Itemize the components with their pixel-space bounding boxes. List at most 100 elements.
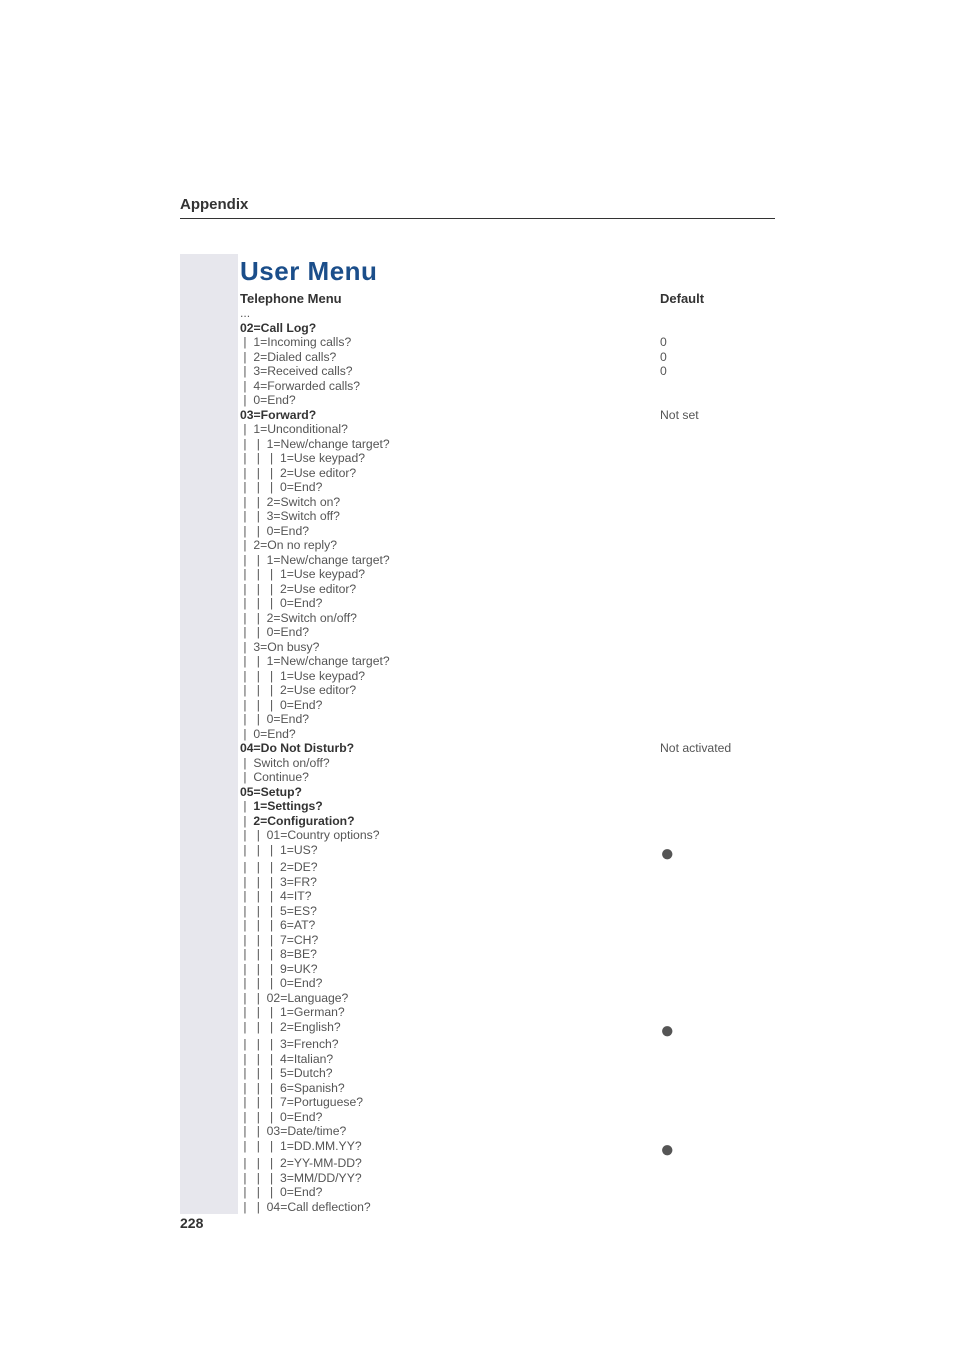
tree-line: | | | 1=German? [240,1005,780,1020]
tree-value [660,1095,780,1110]
tree-guide: | [240,364,253,379]
tree-text: 0=End? [280,976,660,991]
tree-line: | | | 2=YY-MM-DD? [240,1156,780,1171]
page-title: User Menu [240,256,780,287]
tree-value: ● [660,843,780,861]
tree-text: 7=Portuguese? [280,1095,660,1110]
tree-text: 05=Setup? [240,785,660,800]
tree-value [660,480,780,495]
tree-line: | 2=Configuration? [240,814,780,829]
tree-line: | | | 2=English?● [240,1020,780,1038]
tree-line: | | | 1=Use keypad? [240,669,780,684]
header-rule [180,218,775,219]
tree-value [660,1037,780,1052]
tree-line: | | | 3=French? [240,1037,780,1052]
tree-text: 6=Spanish? [280,1081,660,1096]
tree-line: | | | 0=End? [240,480,780,495]
tree-line: | | | 2=DE? [240,860,780,875]
tree-value [660,1005,780,1020]
menu-header-left: Telephone Menu [240,291,660,306]
tree-guide: | | | [240,918,280,933]
tree-line: | | | 9=UK? [240,962,780,977]
tree-line: | | | 3=FR? [240,875,780,890]
tree-text: 1=New/change target? [267,437,660,452]
tree-line: 02=Call Log? [240,321,780,336]
tree-value [660,860,780,875]
tree-text: 02=Call Log? [240,321,660,336]
tree-guide: | | | [240,1037,280,1052]
tree-value [660,654,780,669]
tree-value [660,524,780,539]
tree-line: | | | 0=End? [240,1185,780,1200]
tree-guide: | | | [240,1095,280,1110]
tree-line: | 1=Incoming calls?0 [240,335,780,350]
tree-value [660,451,780,466]
tree-value [660,889,780,904]
tree-guide: | | [240,509,267,524]
tree-line: | | | 7=Portuguese? [240,1095,780,1110]
tree-line: | | | 1=DD.MM.YY?● [240,1139,780,1157]
tree-line: | | | 0=End? [240,1110,780,1125]
tree-guide: | [240,350,253,365]
tree-line: | | | 4=Italian? [240,1052,780,1067]
tree-line: | | 03=Date/time? [240,1124,780,1139]
tree-line: | | | 0=End? [240,976,780,991]
tree-text: 3=Received calls? [253,364,660,379]
tree-guide: | | [240,712,267,727]
tree-line: | | 0=End? [240,625,780,640]
tree-guide: | | | [240,962,280,977]
tree-text: 2=Use editor? [280,683,660,698]
tree-line: | | | 2=Use editor? [240,466,780,481]
tree-text: 1=Incoming calls? [253,335,660,350]
tree-value [660,625,780,640]
tree-value [660,683,780,698]
tree-guide: | | | [240,843,280,861]
tree-line: | | | 0=End? [240,596,780,611]
tree-text: 0=End? [267,625,660,640]
tree-value [660,712,780,727]
tree-line: | | | 2=Use editor? [240,582,780,597]
tree-value [660,933,780,948]
tree-line: | | 02=Language? [240,991,780,1006]
tree-text: 01=Country options? [267,828,660,843]
appendix-label: Appendix [180,196,248,213]
tree-guide: | | | [240,683,280,698]
tree-guide: | | | [240,567,280,582]
tree-value [660,918,780,933]
tree-text: 1=German? [280,1005,660,1020]
tree-value [660,991,780,1006]
tree-guide: | | | [240,976,280,991]
tree-text: 0=End? [267,712,660,727]
tree-text: ... [240,306,660,321]
tree-value [660,814,780,829]
tree-guide: | | | [240,889,280,904]
tree-text: 3=On busy? [253,640,660,655]
tree-guide: | | [240,1200,267,1215]
tree-guide: | | | [240,1066,280,1081]
tree-guide: | | | [240,480,280,495]
tree-text: 5=Dutch? [280,1066,660,1081]
tree-text: 04=Do Not Disturb? [240,741,660,756]
tree-text: 1=Unconditional? [253,422,660,437]
tree-value [660,1185,780,1200]
tree-text: 2=Configuration? [253,814,660,829]
tree-line: | | | 5=Dutch? [240,1066,780,1081]
tree-line: | | | 1=Use keypad? [240,451,780,466]
tree-line: 03=Forward?Not set [240,408,780,423]
tree-line: | 3=On busy? [240,640,780,655]
tree-value [660,582,780,597]
tree-value [660,640,780,655]
tree-value: 0 [660,335,780,350]
tree-line: | 4=Forwarded calls? [240,379,780,394]
tree-value [660,553,780,568]
tree-text: 2=Switch on/off? [267,611,660,626]
tree-line: | | 2=Switch on? [240,495,780,510]
tree-line: | 1=Settings? [240,799,780,814]
tree-line: | Continue? [240,770,780,785]
tree-text: 4=Italian? [280,1052,660,1067]
tree-guide: | [240,422,253,437]
tree-value [660,1081,780,1096]
tree-line: | | | 6=AT? [240,918,780,933]
tree-text: 4=Forwarded calls? [253,379,660,394]
tree-value: Not set [660,408,780,423]
